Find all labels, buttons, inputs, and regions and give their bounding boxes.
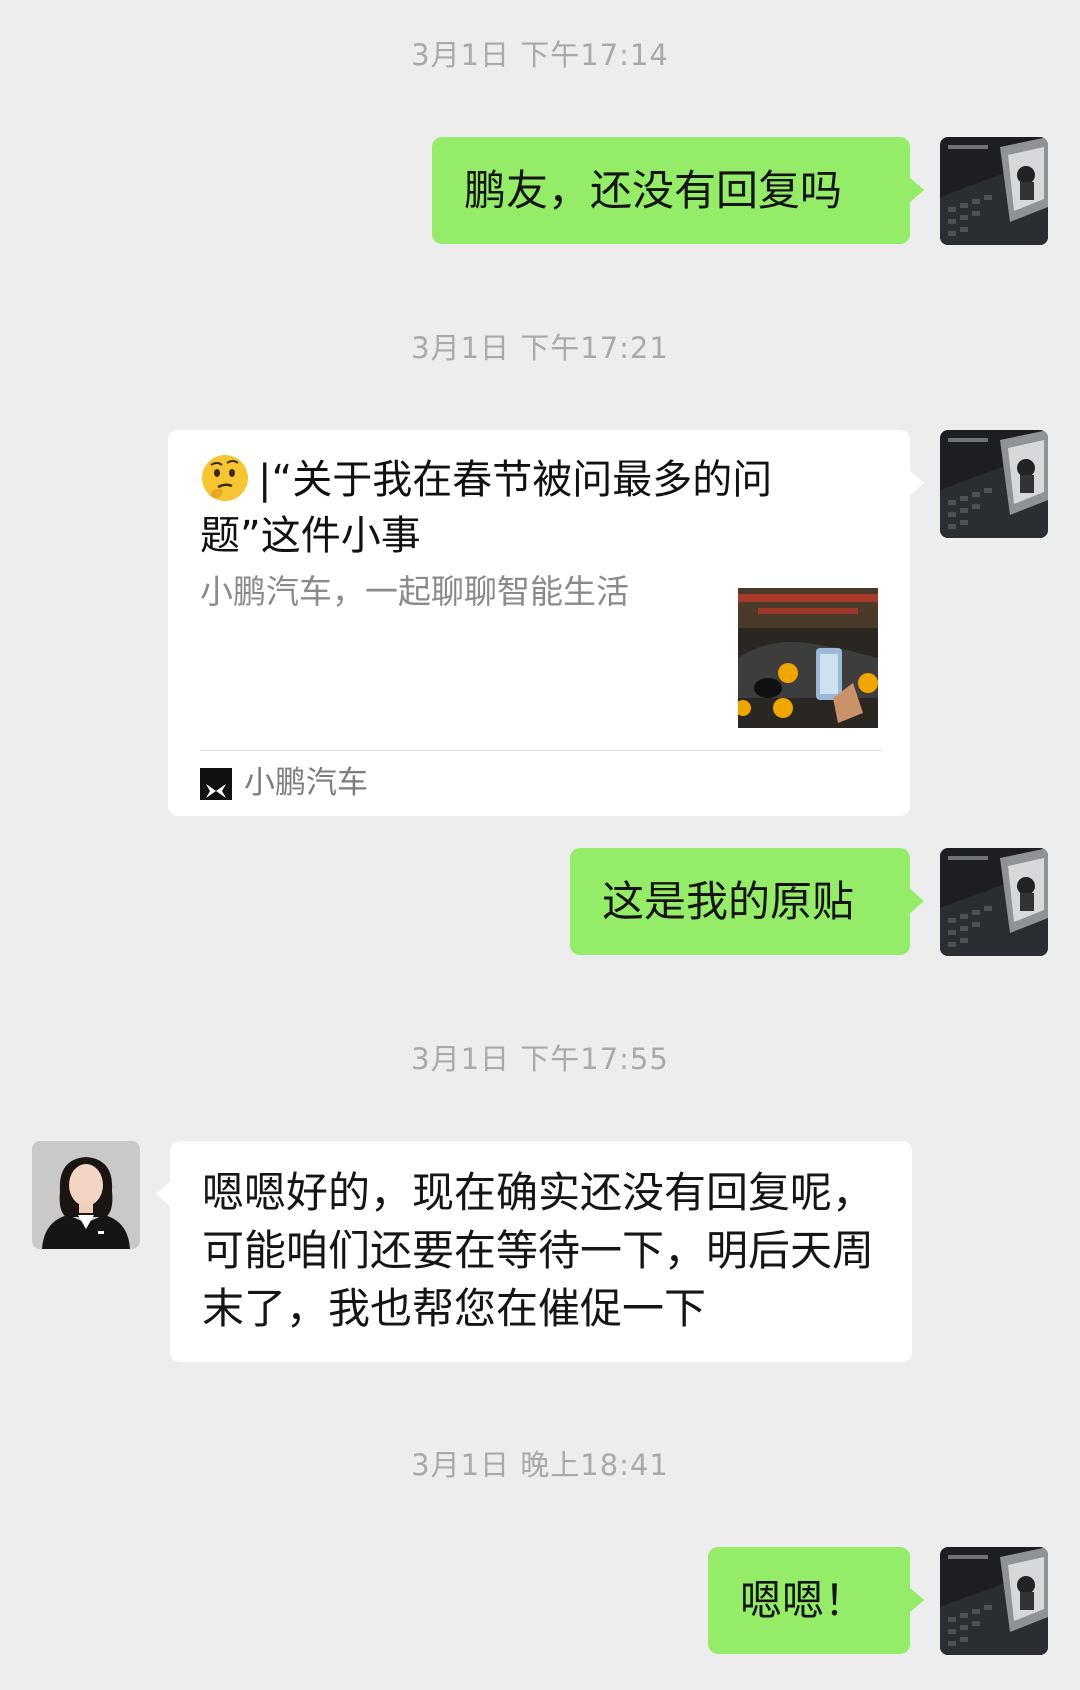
sent-message-bubble[interactable]: 鹏友，还没有回复吗 (432, 137, 924, 244)
article-title: |“关于我在春节被问最多的问题”这件小事 (200, 452, 860, 564)
my-avatar[interactable] (940, 137, 1048, 245)
thinking-face-icon (202, 455, 248, 501)
my-avatar[interactable] (940, 848, 1048, 956)
person-portrait-icon (32, 1141, 140, 1249)
contact-avatar[interactable] (32, 1141, 140, 1249)
xpeng-logo-icon (200, 768, 232, 800)
message-text: 嗯嗯好的，现在确实还没有回复呢，可能咱们还要在等待一下，明后天周末了，我也帮您在… (202, 1168, 875, 1333)
article-source-name: 小鹏汽车 (244, 765, 368, 801)
car-photo-thumbnail-icon (738, 588, 878, 728)
laptop-photo-icon (940, 848, 1048, 956)
laptop-photo-icon (940, 1547, 1048, 1655)
sent-message-bubble[interactable]: 这是我的原贴 (570, 848, 924, 955)
my-avatar[interactable] (940, 430, 1048, 538)
article-description: 小鹏汽车，一起聊聊智能生活 (200, 572, 629, 611)
sent-message-bubble[interactable]: 嗯嗯！ (708, 1547, 924, 1654)
article-title-text: |“关于我在春节被问最多的问题”这件小事 (200, 457, 773, 559)
card-divider (200, 750, 882, 751)
laptop-photo-icon (940, 137, 1048, 245)
laptop-photo-icon (940, 430, 1048, 538)
message-text: 这是我的原贴 (602, 877, 855, 926)
message-text: 嗯嗯！ (740, 1576, 867, 1625)
shared-article-card[interactable]: |“关于我在春节被问最多的问题”这件小事 小鹏汽车，一起聊聊智能生活 小鹏汽车 (168, 430, 924, 816)
my-avatar[interactable] (940, 1547, 1048, 1655)
timestamp: 3月1日 下午17:21 (411, 331, 669, 365)
received-message-bubble[interactable]: 嗯嗯好的，现在确实还没有回复呢，可能咱们还要在等待一下，明后天周末了，我也帮您在… (156, 1141, 912, 1362)
timestamp: 3月1日 晚上18:41 (411, 1448, 669, 1482)
article-thumbnail (738, 588, 878, 728)
timestamp: 3月1日 下午17:55 (411, 1042, 669, 1076)
timestamp: 3月1日 下午17:14 (411, 38, 669, 72)
message-text: 鹏友，还没有回复吗 (464, 166, 843, 215)
